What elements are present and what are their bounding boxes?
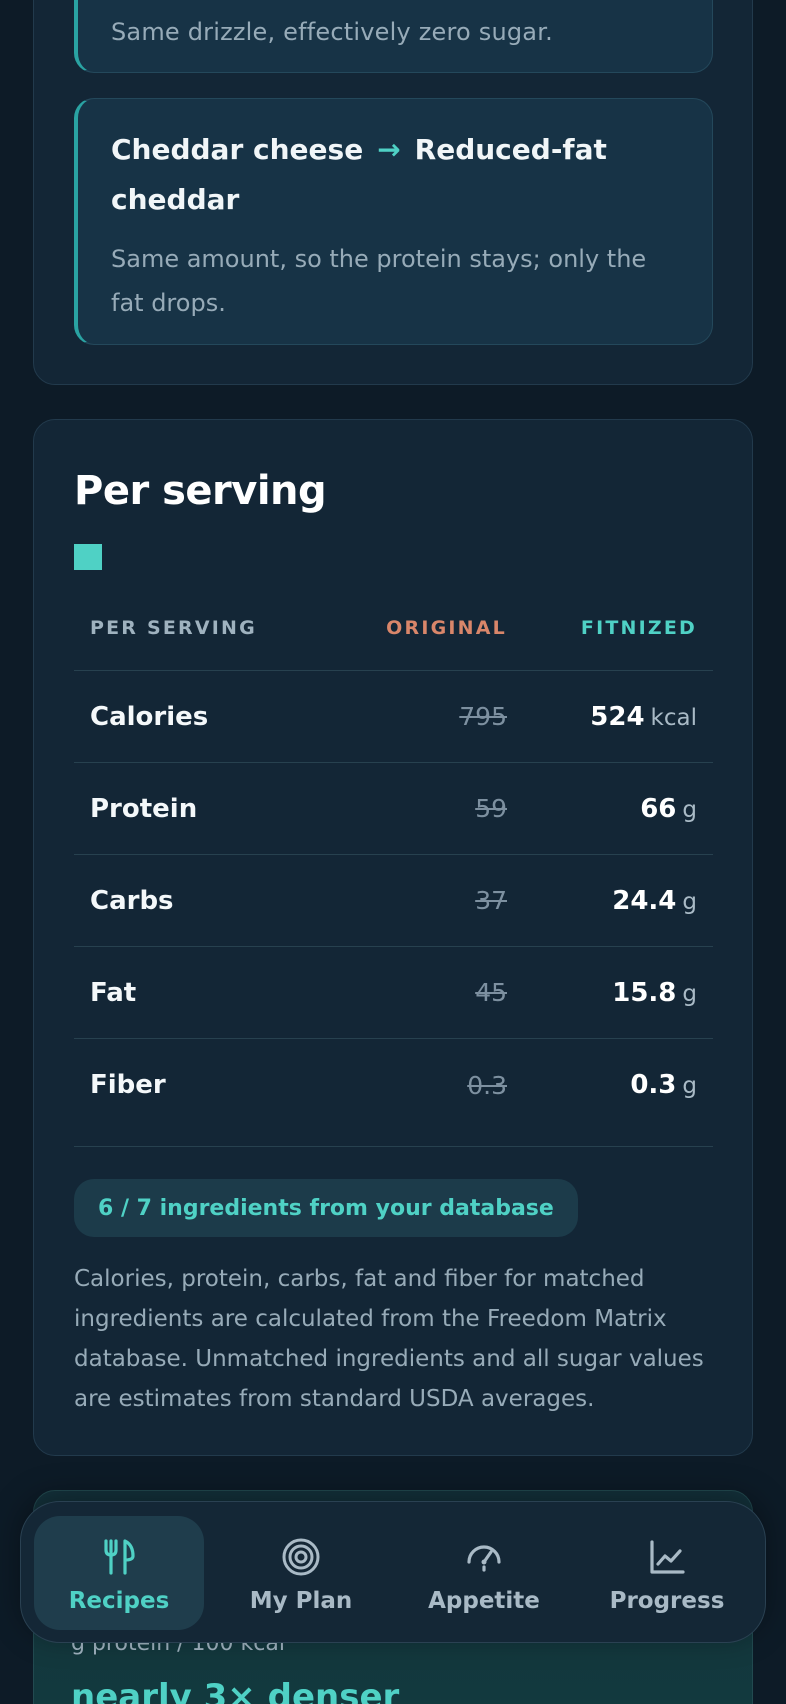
unit: g <box>682 1073 697 1099</box>
nav-label: Recipes <box>68 1588 170 1614</box>
original-value: 0.3 <box>467 1070 507 1100</box>
original-value: 37 <box>475 886 507 915</box>
fitnized-value: 66 g <box>640 794 697 824</box>
swap-title: Cheddar cheese → Reduced-fat cheddar <box>111 125 671 225</box>
fitnized-number: 66 <box>640 793 677 824</box>
swap-description: Same drizzle, effectively zero sugar. <box>111 18 553 46</box>
table-header: PER SERVING ORIGINAL FITNIZED <box>74 585 713 671</box>
nav-item-appetite[interactable]: Appetite <box>399 1516 569 1630</box>
bottom-nav: Recipes My Plan Appetite Progress <box>20 1501 766 1643</box>
table-row: Protein 59 66 g <box>74 763 713 855</box>
fitnized-value: 524 kcal <box>590 702 697 732</box>
swap-item: Cheddar cheese → Reduced-fat cheddar Same … <box>74 98 713 345</box>
table-row: Calories 795 524 kcal <box>74 671 713 763</box>
row-label: Carbs <box>90 885 174 916</box>
fitnized-value: 24.4 g <box>612 886 697 916</box>
table-row: Carbs 37 24.4 g <box>74 855 713 947</box>
divider <box>74 1146 713 1147</box>
macro-table: PER SERVING ORIGINAL FITNIZED Calories 7… <box>74 585 713 1131</box>
row-label: Protein <box>90 793 198 824</box>
row-label: Fiber <box>90 1070 166 1100</box>
section-title: Per serving <box>74 468 327 514</box>
gauge-icon <box>467 1545 501 1572</box>
database-match-badge: 6 / 7 ingredients from your database <box>74 1179 578 1237</box>
fitnized-value: 15.8 g <box>612 978 697 1008</box>
chart-line-icon <box>650 1540 685 1574</box>
header-per-serving: PER SERVING <box>90 616 257 639</box>
table-row: Fiber 0.3 0.3 g <box>74 1039 713 1131</box>
swap-from: Cheddar cheese <box>111 133 364 166</box>
row-label: Calories <box>90 701 209 732</box>
unit: g <box>682 796 697 823</box>
original-value: 45 <box>475 978 507 1007</box>
nav-label: Appetite <box>428 1588 540 1614</box>
fitnized-number: 524 <box>590 701 645 732</box>
swap-description: Same amount, so the protein stays; only … <box>111 245 647 317</box>
nav-item-recipes[interactable]: Recipes <box>34 1516 204 1630</box>
table-row: Fat 45 15.8 g <box>74 947 713 1039</box>
fitnized-number: 24.4 <box>612 885 677 916</box>
header-original: ORIGINAL <box>386 616 507 639</box>
original-value: 59 <box>475 794 507 823</box>
unit: g <box>682 980 697 1007</box>
header-fitnized: FITNIZED <box>580 616 697 639</box>
target-icon <box>282 1538 320 1576</box>
nav-label: Progress <box>609 1588 725 1614</box>
density-headline: nearly 3× denser <box>71 1677 400 1704</box>
unit: kcal <box>650 704 697 731</box>
nav-label: My Plan <box>249 1588 353 1614</box>
fitnized-value: 0.3 g <box>630 1070 697 1100</box>
nav-item-progress[interactable]: Progress <box>582 1516 752 1630</box>
original-value: 795 <box>459 702 507 731</box>
swaps-card: Same drizzle, effectively zero sugar. Ch… <box>33 0 753 385</box>
legend-swatch <box>74 544 102 570</box>
swap-item: Same drizzle, effectively zero sugar. <box>74 0 713 73</box>
unit: g <box>682 888 697 915</box>
per-serving-card: Per serving PER SERVING ORIGINAL FITNIZE… <box>33 419 753 1456</box>
arrow-right-icon: → <box>377 133 401 166</box>
fork-knife-icon <box>104 1539 135 1575</box>
data-source-footnote: Calories, protein, carbs, fat and fiber … <box>74 1266 704 1412</box>
fitnized-number: 15.8 <box>612 977 677 1008</box>
fitnized-number: 0.3 <box>630 1070 677 1100</box>
row-label: Fat <box>90 977 137 1008</box>
nav-item-my-plan[interactable]: My Plan <box>216 1516 386 1630</box>
